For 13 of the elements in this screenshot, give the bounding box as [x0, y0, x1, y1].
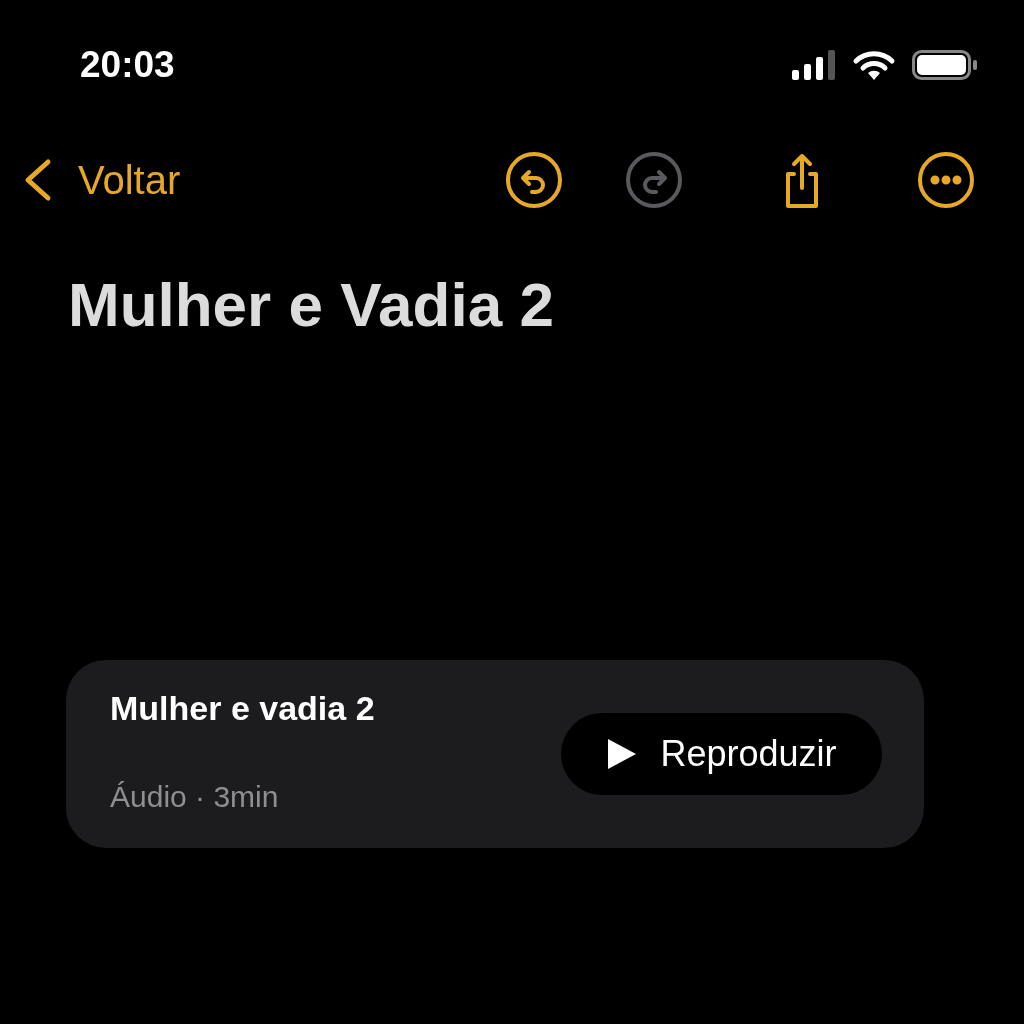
battery-icon — [912, 50, 978, 80]
play-button[interactable]: Reproduzir — [561, 713, 882, 795]
signal-icon — [792, 50, 836, 80]
audio-subtitle: Áudio · 3min — [110, 779, 280, 814]
more-icon — [916, 150, 976, 210]
status-time: 20:03 — [80, 44, 175, 86]
undo-icon — [504, 150, 564, 210]
wifi-icon — [852, 49, 896, 81]
audio-card[interactable]: Mulher e vadia 2 Áudio · 3min Reproduzir — [66, 660, 924, 848]
redo-icon — [624, 150, 684, 210]
audio-title: Mulher e vadia 2 — [110, 688, 375, 728]
note-title: Mulher e Vadia 2 — [68, 269, 555, 341]
back-button[interactable]: Voltar — [22, 157, 181, 203]
